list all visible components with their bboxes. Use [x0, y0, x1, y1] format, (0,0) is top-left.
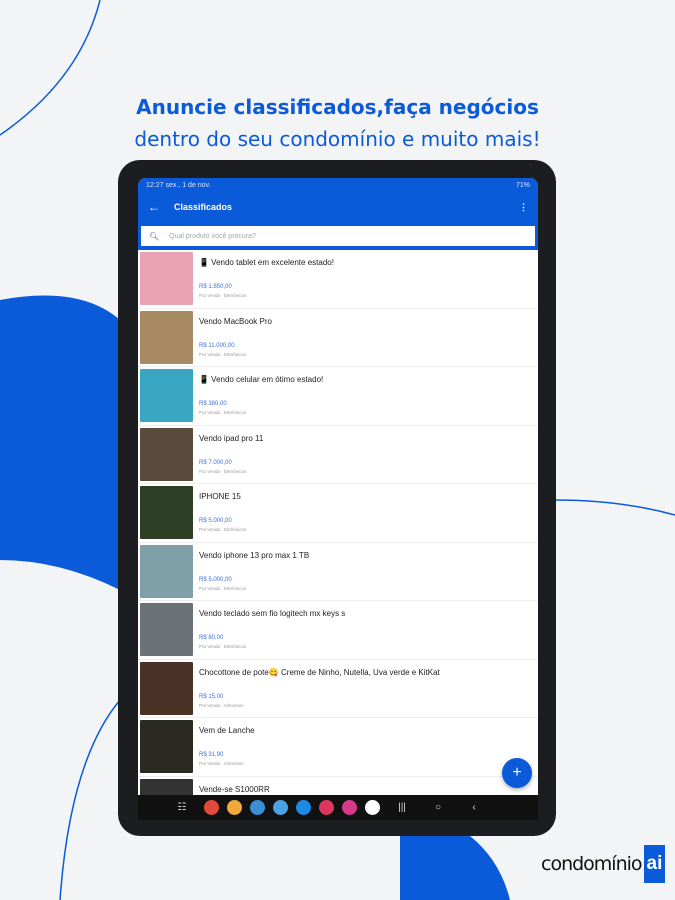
item-price: R$ 7.000,00	[199, 459, 232, 466]
item-thumbnail	[140, 486, 193, 539]
item-title: 📱 Vendo tablet em excelente estado!	[199, 258, 334, 267]
folder-app-icon[interactable]	[227, 800, 242, 815]
apps-grid-icon[interactable]: ☷	[168, 802, 196, 813]
item-title: Vendo iphone 13 pro max 1 TB	[199, 550, 310, 560]
page-title: Classificados	[174, 202, 233, 212]
back-arrow-icon[interactable]: ←	[148, 200, 160, 214]
item-price: R$ 5.000,00	[199, 518, 232, 524]
list-item[interactable]: 📱 Vendo celular em ótimo estado! R$ 380,…	[138, 367, 538, 426]
app-bar: ← Classificados ⋮	[138, 192, 538, 222]
item-meta: Pra Venda · Eletrônicos	[199, 410, 247, 415]
messages-app-icon[interactable]	[273, 800, 288, 815]
recents-icon[interactable]: |||	[388, 802, 416, 813]
tablet-screen: 12:27 sex., 1 de nov. 71% ← Classificado…	[138, 178, 538, 820]
logo-word: condomínio	[541, 853, 643, 875]
search-placeholder: Qual produto você procura?	[169, 232, 256, 240]
item-meta: Pra Venda · Eletrônicos	[199, 351, 247, 357]
item-price: R$ 31,90	[199, 752, 224, 758]
classifieds-list: 📱 Vendo tablet em excelente estado! R$ 1…	[138, 250, 538, 820]
status-time: 12:27	[146, 181, 164, 189]
app-icon[interactable]	[342, 800, 357, 815]
item-thumbnail	[140, 369, 193, 422]
status-bar: 12:27 sex., 1 de nov. 71%	[138, 178, 538, 192]
home-icon[interactable]: ○	[424, 802, 452, 813]
item-meta: Pra Venda · Eletrônicos	[199, 644, 247, 649]
logo-badge: ai	[643, 845, 666, 883]
search-icon: 🔍︎	[149, 231, 160, 241]
item-meta: Pra Venda · Eletrônicos	[199, 468, 247, 474]
list-item[interactable]: IPHONE 15 R$ 5.000,00 Pra Venda · Eletrô…	[138, 484, 538, 543]
list-item[interactable]: 📱 Vendo tablet em excelente estado! R$ 1…	[138, 250, 538, 309]
list-item[interactable]: Vendo teclado sem fio logitech mx keys s…	[138, 601, 538, 660]
item-title: Vendo teclado sem fio logitech mx keys s	[199, 609, 346, 618]
item-meta: Pra Venda · Eletrônicos	[199, 293, 247, 298]
system-nav-bar: ☷ ||| ○ ‹	[138, 795, 538, 820]
item-thumbnail	[140, 720, 193, 773]
brand-logo: condomínio ai	[541, 845, 666, 883]
item-thumbnail	[140, 427, 193, 481]
more-menu-icon[interactable]: ⋮	[519, 202, 528, 213]
app-icon[interactable]	[250, 800, 265, 815]
list-item[interactable]: Vendo iphone 13 pro max 1 TB R$ 5.000,00…	[138, 543, 538, 601]
item-thumbnail	[140, 544, 193, 598]
app-icon[interactable]	[296, 800, 311, 815]
item-meta: Pra Venda · Eletrônicos	[199, 527, 247, 532]
back-icon[interactable]: ‹	[460, 802, 488, 813]
item-thumbnail	[140, 661, 193, 715]
item-price: R$ 15,00	[199, 693, 224, 700]
google-app-icon[interactable]	[365, 800, 380, 815]
headline: Anuncie classificados,faça negócios	[136, 95, 539, 119]
item-thumbnail	[140, 603, 193, 656]
item-title: Vendo ipad pro 11	[199, 433, 264, 443]
list-item[interactable]: Vem de Lanche R$ 31,90 Pra Venda · Alime…	[138, 718, 538, 777]
item-price: R$ 80,00	[199, 635, 224, 641]
add-listing-button[interactable]: +	[502, 758, 532, 788]
item-price: R$ 1.850,00	[199, 284, 232, 290]
app-icon[interactable]	[204, 800, 219, 815]
list-item[interactable]: Vendo MacBook Pro R$ 11.000,00 Pra Venda…	[138, 309, 538, 367]
item-meta: Pra Venda · Alimentos	[199, 702, 244, 708]
item-thumbnail	[140, 310, 193, 364]
item-thumbnail	[140, 252, 193, 305]
list-item[interactable]: Chocottone de pote😋 Creme de Ninho, Nute…	[138, 660, 538, 718]
item-price: R$ 11.000,00	[199, 342, 235, 349]
item-meta: Pra Venda · Alimentos	[199, 761, 244, 766]
gallery-app-icon[interactable]	[319, 800, 334, 815]
item-meta: Pra Venda · Eletrônicos	[199, 585, 247, 591]
item-title: Vendo MacBook Pro	[199, 316, 272, 326]
item-price: R$ 5.000,00	[199, 576, 232, 583]
battery-level: 71%	[515, 181, 530, 189]
item-title: IPHONE 15	[199, 492, 241, 501]
item-title: Chocottone de pote😋 Creme de Ninho, Nute…	[199, 667, 440, 677]
item-title: 📱 Vendo celular em ótimo estado!	[199, 375, 324, 384]
status-date: sex., 1 de nov.	[165, 181, 211, 189]
list-item[interactable]: Vendo ipad pro 11 R$ 7.000,00 Pra Venda …	[138, 426, 538, 484]
search-input[interactable]: 🔍︎ Qual produto você procura?	[141, 226, 535, 246]
item-price: R$ 380,00	[199, 401, 227, 407]
subheadline: dentro do seu condomínio e muito mais!	[134, 127, 541, 151]
item-title: Vende-se S1000RR	[199, 784, 270, 794]
item-title: Vem de Lanche	[199, 726, 255, 735]
